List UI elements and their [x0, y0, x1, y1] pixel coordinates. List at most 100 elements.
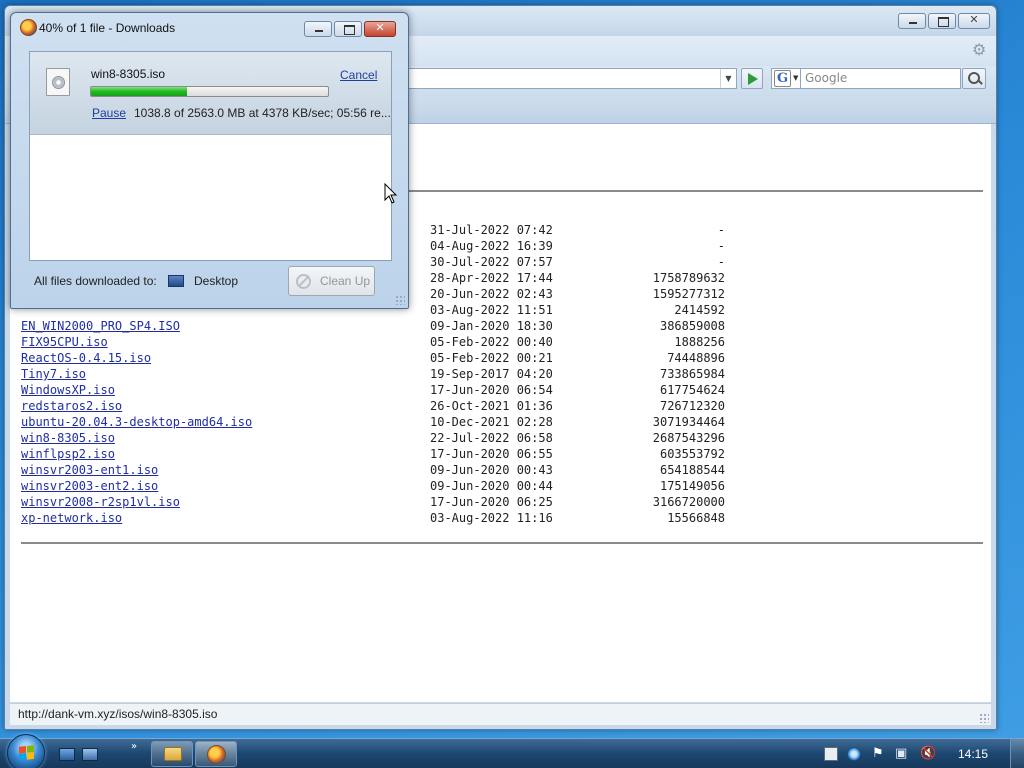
file-link[interactable]: winsvr2008-r2sp1vl.iso	[21, 494, 180, 510]
file-date: 20-Jun-2022 02:43	[430, 287, 553, 301]
gear-icon[interactable]: ⚙	[972, 42, 988, 58]
file-size: 1758789632	[652, 271, 725, 285]
file-size: -	[717, 223, 725, 237]
start-button[interactable]	[7, 734, 45, 768]
browser-close-button[interactable]	[958, 13, 990, 29]
browser-maximize-button[interactable]	[928, 13, 956, 29]
search-icon[interactable]	[962, 68, 986, 89]
address-bar[interactable]: ▼	[405, 68, 737, 89]
file-link[interactable]: FIX95CPU.iso	[21, 334, 108, 350]
file-link[interactable]: xp-network.iso	[21, 510, 122, 526]
file-link[interactable]: winsvr2003-ent1.iso	[21, 462, 158, 478]
file-date: 03-Aug-2022 11:16	[430, 511, 553, 525]
listing-row: winsvr2003-ent2.iso 09-Jun-2020 00:44 1751…	[21, 478, 781, 494]
file-size: 2687543296	[652, 431, 725, 445]
address-dropdown-icon[interactable]: ▼	[720, 69, 736, 88]
file-link[interactable]: redstaros2.iso	[21, 398, 122, 414]
file-date: 30-Jul-2022 07:57	[430, 255, 553, 269]
file-size: -	[717, 239, 725, 253]
file-link[interactable]: win8-8305.iso	[21, 430, 115, 446]
status-text: http://dank-vm.xyz/isos/win8-8305.iso	[18, 707, 218, 721]
download-folder-name[interactable]: Desktop	[194, 274, 238, 288]
file-date: 17-Jun-2020 06:25	[430, 495, 553, 509]
downloads-resize-grip[interactable]	[395, 295, 405, 305]
downloads-list: win8-8305.iso Cancel Pause 1038.8 of 256…	[29, 51, 392, 261]
file-date: 09-Jun-2020 00:43	[430, 463, 553, 477]
listing-row: winflpsp2.iso 17-Jun-2020 06:55 603553792	[21, 446, 781, 462]
listing-row: EN_WIN2000_PRO_SP4.ISO 09-Jan-2020 18:30 3…	[21, 318, 781, 334]
file-size: 175149056	[659, 479, 725, 493]
folder-icon	[164, 747, 182, 761]
switch-windows-quicklaunch-icon[interactable]	[82, 748, 98, 761]
file-size: 3166720000	[652, 495, 725, 509]
download-file-name: win8-8305.iso	[91, 67, 166, 81]
downloads-window: 40% of 1 file - Downloads win8-8305.iso …	[10, 12, 409, 309]
clean-up-label: Clean Up	[320, 274, 371, 288]
file-date: 28-Apr-2022 17:44	[430, 271, 553, 285]
file-date: 09-Jan-2020 18:30	[430, 319, 553, 333]
search-input[interactable]: Google	[801, 68, 961, 89]
cancel-link[interactable]: Cancel	[340, 68, 377, 82]
download-progress-fill	[91, 87, 187, 96]
clock[interactable]: 14:15	[958, 747, 988, 761]
downloads-minimize-button[interactable]	[304, 21, 332, 37]
file-date: 05-Feb-2022 00:21	[430, 351, 553, 365]
mouse-cursor-icon	[384, 183, 398, 204]
file-link[interactable]: WindowsXP.iso	[21, 382, 115, 398]
listing-row: Tiny7.iso 19-Sep-2017 04:20 733865984	[21, 366, 781, 382]
flag-tray-icon[interactable]: ⚑	[872, 747, 886, 761]
browser-minimize-button[interactable]	[898, 13, 926, 29]
file-link[interactable]: ReactOS-0.4.15.iso	[21, 350, 151, 366]
file-link[interactable]: ubuntu-20.04.3-desktop-amd64.iso	[21, 414, 252, 430]
chevron-down-icon: ▼	[793, 74, 799, 82]
download-item[interactable]: win8-8305.iso Cancel Pause 1038.8 of 256…	[30, 52, 391, 135]
firefox-icon	[207, 745, 226, 764]
quicklaunch-overflow-icon[interactable]: »	[131, 741, 137, 752]
google-icon: G	[774, 70, 791, 87]
listing-row: redstaros2.iso 26-Oct-2021 01:36 726712320	[21, 398, 781, 414]
listing-row: xp-network.iso 03-Aug-2022 11:16 15566848	[21, 510, 781, 526]
show-desktop-button[interactable]	[1010, 739, 1024, 768]
pause-link[interactable]: Pause	[92, 106, 126, 120]
show-desktop-quicklaunch-icon[interactable]	[59, 748, 75, 761]
volume-muted-tray-icon[interactable]: 🔇	[920, 747, 936, 761]
file-date: 03-Aug-2022 11:51	[430, 303, 553, 317]
download-progress-bar	[90, 86, 329, 97]
taskbar-firefox-button[interactable]	[195, 741, 237, 767]
taskbar-explorer-button[interactable]	[151, 741, 193, 767]
desktop-icon	[168, 275, 184, 287]
resize-grip[interactable]	[979, 713, 989, 723]
file-link[interactable]: EN_WIN2000_PRO_SP4.ISO	[21, 318, 180, 334]
windows-logo-icon	[19, 745, 34, 761]
download-folder-label: All files downloaded to:	[34, 274, 157, 288]
notes-tray-icon[interactable]	[824, 747, 838, 761]
file-link[interactable]: winflpsp2.iso	[21, 446, 115, 462]
listing-row: FIX95CPU.iso 05-Feb-2022 00:40 1888256	[21, 334, 781, 350]
network-tray-icon[interactable]: ▣	[895, 747, 909, 761]
file-date: 05-Feb-2022 00:40	[430, 335, 553, 349]
file-date: 22-Jul-2022 06:58	[430, 431, 553, 445]
search-engine-selector[interactable]: G ▼	[771, 68, 801, 89]
file-size: 654188544	[659, 463, 725, 477]
downloads-maximize-button[interactable]	[334, 21, 362, 37]
file-date: 17-Jun-2020 06:54	[430, 383, 553, 397]
firefox-icon	[20, 19, 37, 36]
listing-row: ubuntu-20.04.3-desktop-amd64.iso 10-Dec-2…	[21, 414, 781, 430]
security-tray-icon[interactable]	[847, 747, 861, 761]
iso-file-icon	[46, 68, 70, 96]
file-date: 26-Oct-2021 01:36	[430, 399, 553, 413]
file-link[interactable]: winsvr2003-ent2.iso	[21, 478, 158, 494]
download-status-text: 1038.8 of 2563.0 MB at 4378 KB/sec; 05:5…	[134, 106, 391, 120]
file-date: 31-Jul-2022 07:42	[430, 223, 553, 237]
listing-row: WindowsXP.iso 17-Jun-2020 06:54 617754624	[21, 382, 781, 398]
file-size: 15566848	[667, 511, 725, 525]
browser-status-bar: http://dank-vm.xyz/isos/win8-8305.iso	[10, 703, 991, 725]
downloads-close-button[interactable]	[364, 21, 396, 37]
clean-up-button[interactable]: Clean Up	[288, 266, 375, 296]
file-link[interactable]: Tiny7.iso	[21, 366, 86, 382]
file-size: 603553792	[659, 447, 725, 461]
listing-row: ReactOS-0.4.15.iso 05-Feb-2022 00:21 74448…	[21, 350, 781, 366]
file-date: 17-Jun-2020 06:55	[430, 447, 553, 461]
go-button[interactable]	[741, 68, 763, 89]
file-size: 726712320	[659, 399, 725, 413]
